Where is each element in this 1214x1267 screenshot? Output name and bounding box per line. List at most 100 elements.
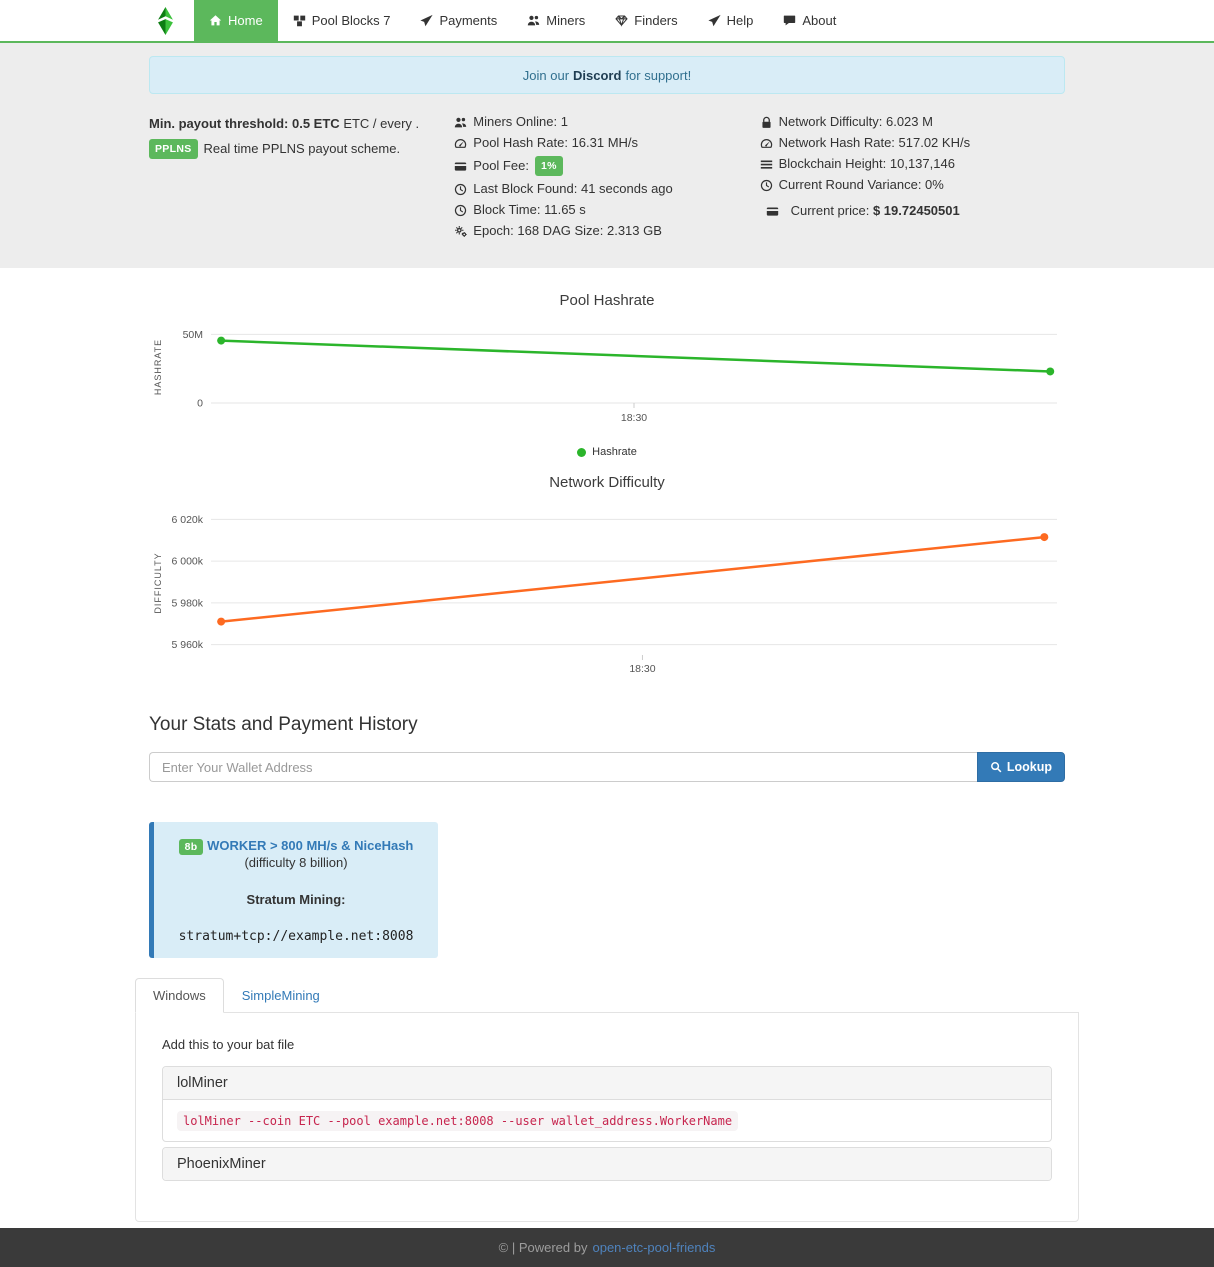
home-icon	[209, 14, 222, 27]
lookup-button-label: Lookup	[1007, 760, 1052, 774]
search-icon	[990, 761, 1002, 773]
lolminer-command-code: lolMiner --coin ETC --pool example.net:8…	[177, 1111, 738, 1131]
miner-setup-tabs: Windows SimpleMining Add this to your ba…	[135, 978, 1079, 1222]
pplns-text: Real time PPLNS payout scheme.	[204, 141, 401, 157]
hashrate-legend-dot-icon	[577, 448, 586, 457]
stratum-url: stratum+tcp://example.net:8008	[164, 929, 428, 944]
network-hashrate-row: Network Hash Rate: 517.02 KH/s	[760, 135, 1065, 151]
nav-label-finders: Finders	[634, 13, 677, 28]
nav-item-help[interactable]: Help	[693, 0, 769, 41]
nav-label-pool-blocks: Pool Blocks 7	[312, 13, 391, 28]
pplns-row: PPLNS Real time PPLNS payout scheme.	[149, 139, 454, 159]
pool-hashrate-chart-block: Pool Hashrate 50M018:30HASHRATE Hashrate	[135, 268, 1079, 458]
etc-diamond-icon	[155, 6, 176, 36]
block-time-row: Block Time: 11.65 s	[454, 202, 759, 218]
stats-col-payout: Min. payout threshold: 0.5 ETC ETC / eve…	[149, 114, 454, 244]
pool-fee-label: Pool Fee:	[473, 158, 529, 174]
blocks-icon	[293, 14, 306, 27]
round-variance-text: Current Round Variance: 0%	[779, 177, 944, 193]
clock-icon	[760, 179, 773, 192]
nav-label-help: Help	[727, 13, 754, 28]
nav-label-about: About	[802, 13, 836, 28]
etc-logo[interactable]	[135, 0, 194, 41]
current-price-label: Current price:	[791, 203, 870, 218]
clock-icon	[454, 183, 467, 196]
nav-label-miners: Miners	[546, 13, 585, 28]
banner-text-prefix: Join our	[523, 68, 569, 83]
nav-label-payments: Payments	[439, 13, 497, 28]
tabs-row: Windows SimpleMining	[135, 978, 1079, 1012]
svg-text:6 000k: 6 000k	[171, 556, 203, 568]
users-icon	[527, 14, 540, 27]
nav-item-home[interactable]: Home	[194, 0, 278, 41]
svg-text:0: 0	[197, 398, 203, 410]
banner-text-suffix: for support!	[625, 68, 691, 83]
round-variance-row: Current Round Variance: 0%	[760, 177, 1065, 193]
footer: © | Powered by open-etc-pool-friends	[0, 1228, 1214, 1267]
payout-threshold-bold: Min. payout threshold: 0.5 ETC	[149, 116, 340, 131]
lock-icon	[760, 116, 773, 129]
money-icon	[766, 205, 779, 218]
tab-simplemining[interactable]: SimpleMining	[224, 978, 338, 1013]
svg-text:50M: 50M	[183, 329, 203, 341]
discord-link[interactable]: Discord	[573, 68, 621, 83]
difficulty-badge: 8b	[179, 839, 204, 855]
payout-threshold: Min. payout threshold: 0.5 ETC ETC / eve…	[149, 116, 454, 131]
current-price-value: $ 19.72450501	[873, 203, 960, 218]
footer-text: © | Powered by	[499, 1240, 588, 1255]
lookup-button[interactable]: Lookup	[977, 752, 1065, 782]
stats-col-network: Network Difficulty: 6.023 M Network Hash…	[760, 114, 1065, 244]
network-difficulty-chart-block: Network Difficulty 6 020k6 000k5 980k5 9…	[135, 458, 1079, 680]
tachometer-icon	[454, 137, 467, 150]
pool-hashrate-chart: 50M018:30HASHRATE	[149, 323, 1065, 427]
worker-title: WORKER > 800 MH/s & NiceHash	[207, 838, 413, 853]
pool-hashrate-chart-title: Pool Hashrate	[135, 292, 1079, 309]
paper-plane-icon	[420, 14, 433, 27]
stratum-mining-label: Stratum Mining:	[164, 892, 428, 907]
hashrate-legend-label: Hashrate	[592, 446, 637, 458]
worker-subtitle: (difficulty 8 billion)	[164, 855, 428, 870]
nicehash-info-box: 8b WORKER > 800 MH/s & NiceHash (difficu…	[149, 822, 438, 958]
lolminer-accordion-header[interactable]: lolMiner	[163, 1067, 1051, 1099]
paper-plane-icon	[708, 14, 721, 27]
epoch-text: Epoch: 168 DAG Size: 2.313 GB	[473, 223, 662, 239]
current-price-row: Current price: $ 19.72450501	[760, 203, 1065, 219]
nav-item-miners[interactable]: Miners	[512, 0, 600, 41]
footer-link[interactable]: open-etc-pool-friends	[592, 1240, 715, 1255]
wallet-address-input[interactable]	[149, 752, 977, 782]
cogs-icon	[454, 225, 467, 238]
nav-item-finders[interactable]: Finders	[600, 0, 692, 41]
comment-icon	[783, 14, 796, 27]
page: Home Pool Blocks 7 Payments Miners Finde…	[0, 0, 1214, 1267]
svg-text:5 980k: 5 980k	[171, 597, 203, 609]
navbar: Home Pool Blocks 7 Payments Miners Finde…	[0, 0, 1214, 43]
last-block-row: Last Block Found: 41 seconds ago	[454, 181, 759, 197]
network-hashrate-text: Network Hash Rate: 517.02 KH/s	[779, 135, 970, 151]
nav-item-about[interactable]: About	[768, 0, 851, 41]
blockchain-height-row: Blockchain Height: 10,137,146	[760, 156, 1065, 172]
bat-file-instruction: Add this to your bat file	[162, 1037, 1052, 1052]
clock-icon	[454, 204, 467, 217]
miners-online-text: Miners Online: 1	[473, 114, 568, 130]
phoenixminer-panel: PhoenixMiner	[162, 1147, 1052, 1181]
nav-item-pool-blocks[interactable]: Pool Blocks 7	[278, 0, 406, 41]
last-block-text: Last Block Found: 41 seconds ago	[473, 181, 672, 197]
miners-online-row: Miners Online: 1	[454, 114, 759, 130]
tab-content-windows: Add this to your bat file lolMiner lolMi…	[135, 1012, 1079, 1222]
network-difficulty-chart: 6 020k6 000k5 980k5 960k18:30DIFFICULTY	[149, 505, 1065, 677]
nav-item-payments[interactable]: Payments	[405, 0, 512, 41]
network-difficulty-chart-title: Network Difficulty	[135, 474, 1079, 491]
hashrate-legend: Hashrate	[135, 446, 1079, 458]
pool-hashrate-text: Pool Hash Rate: 16.31 MH/s	[473, 135, 638, 151]
phoenixminer-accordion-header[interactable]: PhoenixMiner	[163, 1148, 1051, 1180]
svg-text:DIFFICULTY: DIFFICULTY	[153, 552, 163, 613]
tab-windows[interactable]: Windows	[135, 978, 224, 1013]
payout-threshold-rest: ETC / every .	[343, 116, 419, 131]
wallet-lookup-group: Lookup	[149, 752, 1065, 782]
blockchain-height-text: Blockchain Height: 10,137,146	[779, 156, 955, 172]
stats-section: Join our Discord for support! Min. payou…	[0, 43, 1214, 268]
lolminer-panel-body: lolMiner --coin ETC --pool example.net:8…	[163, 1099, 1051, 1141]
tachometer-icon	[760, 137, 773, 150]
svg-text:18:30: 18:30	[621, 412, 647, 424]
block-time-text: Block Time: 11.65 s	[473, 202, 585, 218]
